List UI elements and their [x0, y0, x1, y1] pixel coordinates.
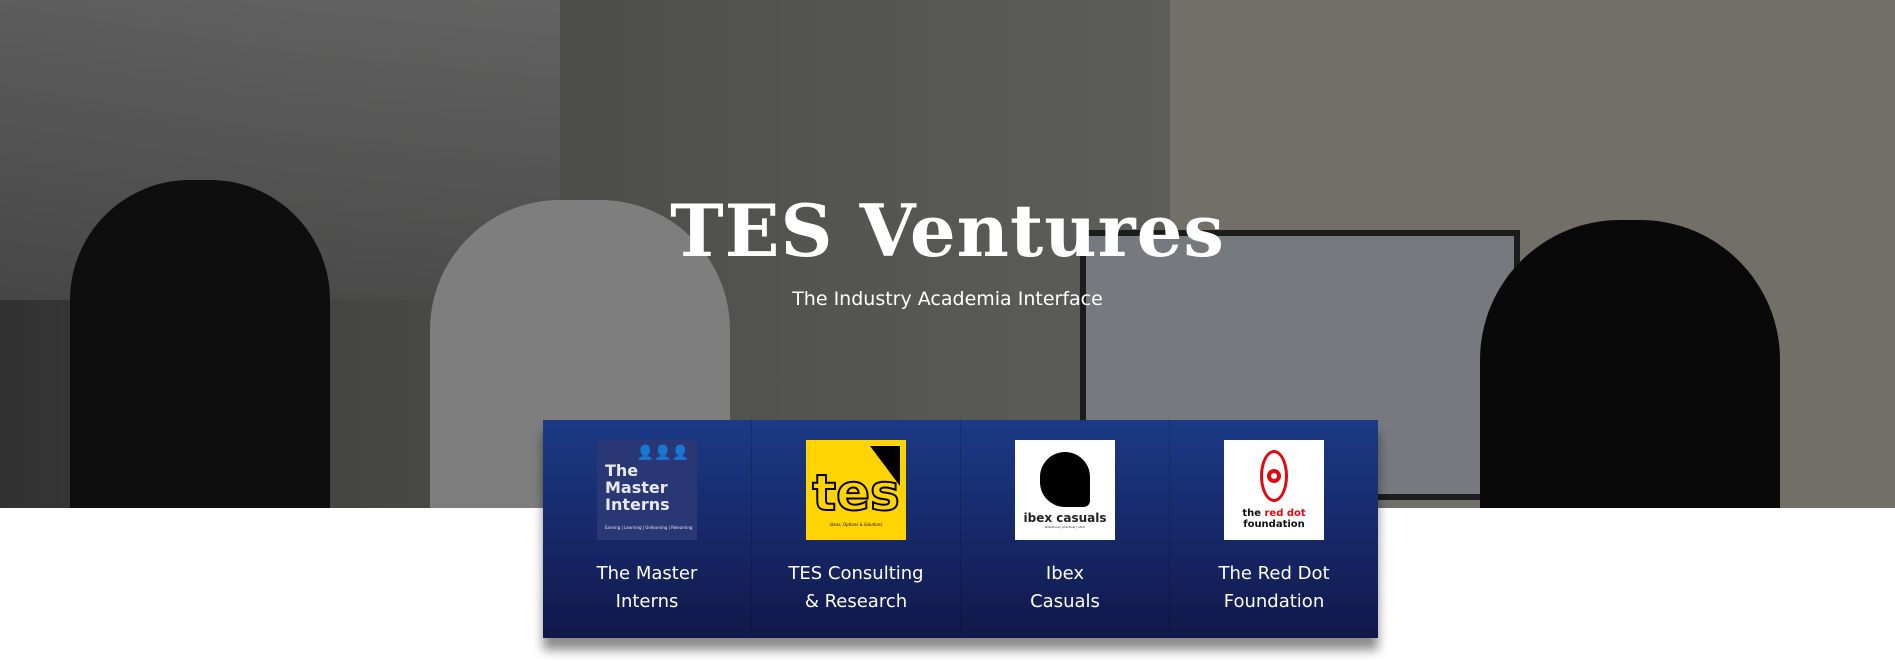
page-title: TES Ventures: [670, 188, 1225, 273]
triangle-icon: [870, 446, 900, 486]
ibex-goat-icon: [1040, 451, 1090, 507]
people-icon: 👤👤👤: [636, 444, 689, 461]
ibex-casuals-logo: ibex casuals ambitious | practical | sto…: [1015, 440, 1115, 540]
master-interns-logo: 👤👤👤 The Master Interns Earning | Learnin…: [597, 440, 697, 540]
red-eye-icon: [1260, 450, 1288, 502]
page-subtitle: The Industry Academia Interface: [792, 288, 1103, 310]
venture-name: The Master Interns: [596, 563, 698, 612]
venture-name: Ibex Casuals: [1030, 563, 1100, 612]
venture-name: The Red Dot Foundation: [1218, 563, 1330, 612]
ventures-panel: 👤👤👤 The Master Interns Earning | Learnin…: [543, 420, 1378, 638]
venture-card-tes-consulting[interactable]: tes Ideas, Options & Solutions TES Consu…: [752, 420, 961, 638]
venture-card-ibex-casuals[interactable]: ibex casuals ambitious | practical | sto…: [961, 420, 1170, 638]
venture-card-red-dot[interactable]: the red dot foundation The Red Dot Foundat…: [1170, 420, 1378, 638]
venture-name: TES Consulting & Research: [788, 563, 924, 612]
venture-card-master-interns[interactable]: 👤👤👤 The Master Interns Earning | Learnin…: [543, 420, 752, 638]
red-dot-logo: the red dot foundation: [1224, 440, 1324, 540]
tes-logo: tes Ideas, Options & Solutions: [806, 440, 906, 540]
